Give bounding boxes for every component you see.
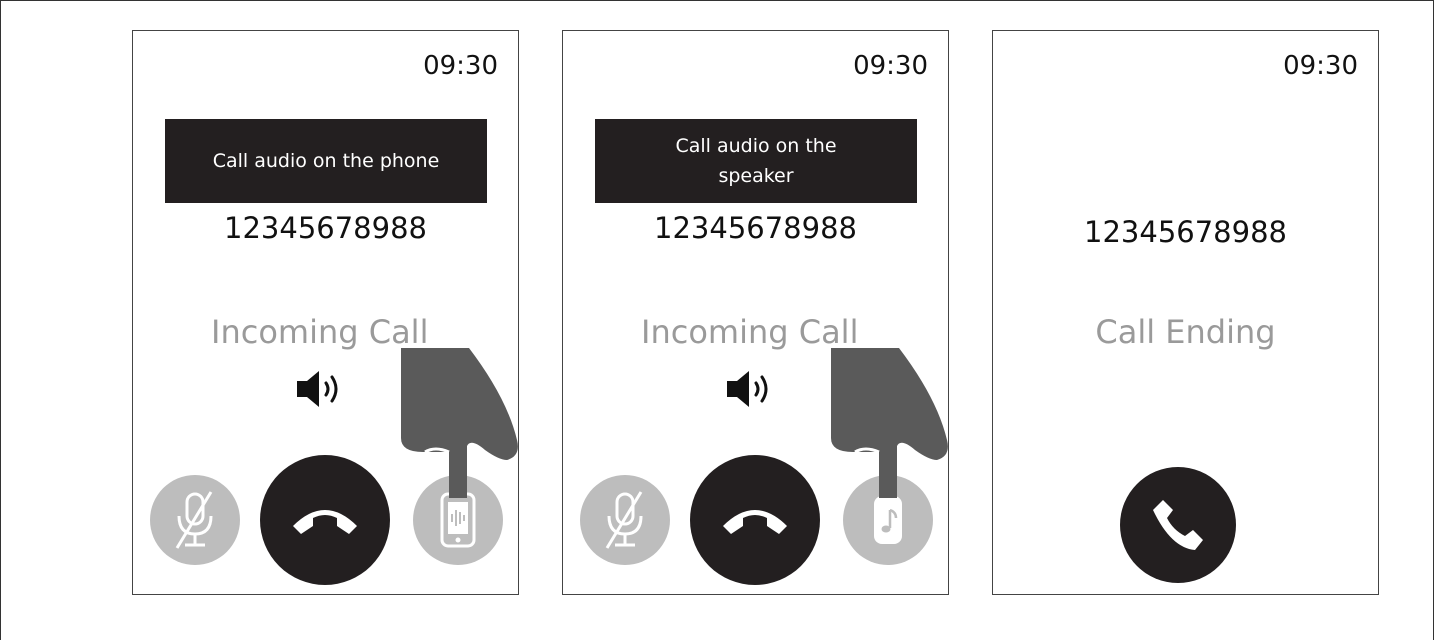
clock: 09:30 bbox=[1283, 51, 1358, 81]
call-status: Incoming Call bbox=[641, 313, 859, 351]
mic-off-icon bbox=[605, 491, 643, 549]
caller-number: 12345678988 bbox=[1084, 215, 1287, 249]
screen-call-ending: 09:30 12345678988 Call Ending bbox=[992, 30, 1379, 595]
hang-up-icon bbox=[293, 510, 357, 534]
caller-number: 12345678988 bbox=[654, 211, 857, 245]
speaker-audio-icon bbox=[874, 496, 902, 544]
end-call-button[interactable] bbox=[690, 455, 820, 585]
caller-number: 12345678988 bbox=[224, 211, 427, 245]
clock: 09:30 bbox=[423, 51, 498, 81]
end-call-button[interactable] bbox=[260, 455, 390, 585]
clock: 09:30 bbox=[853, 51, 928, 81]
screen-speaker-audio: 09:30 Call audio on the speaker 12345678… bbox=[562, 30, 949, 595]
mute-mic-button[interactable] bbox=[580, 475, 670, 565]
mute-mic-button[interactable] bbox=[150, 475, 240, 565]
mic-off-icon bbox=[175, 491, 213, 549]
hang-up-icon bbox=[723, 510, 787, 534]
call-status: Call Ending bbox=[1095, 313, 1276, 351]
phone-audio-icon bbox=[440, 492, 476, 548]
volume-icon bbox=[297, 371, 338, 407]
audio-route-banner: Call audio on the phone bbox=[165, 119, 487, 203]
screen-phone-audio: 09:30 Call audio on the phone 1234567898… bbox=[132, 30, 519, 595]
call-button[interactable] bbox=[1120, 467, 1236, 583]
phone-icon bbox=[1153, 500, 1203, 550]
audio-route-banner: Call audio on the speaker bbox=[595, 119, 917, 203]
call-status: Incoming Call bbox=[211, 313, 429, 351]
pointing-hand-icon bbox=[831, 348, 948, 498]
volume-icon bbox=[727, 371, 768, 407]
pointing-hand-icon bbox=[401, 348, 518, 498]
